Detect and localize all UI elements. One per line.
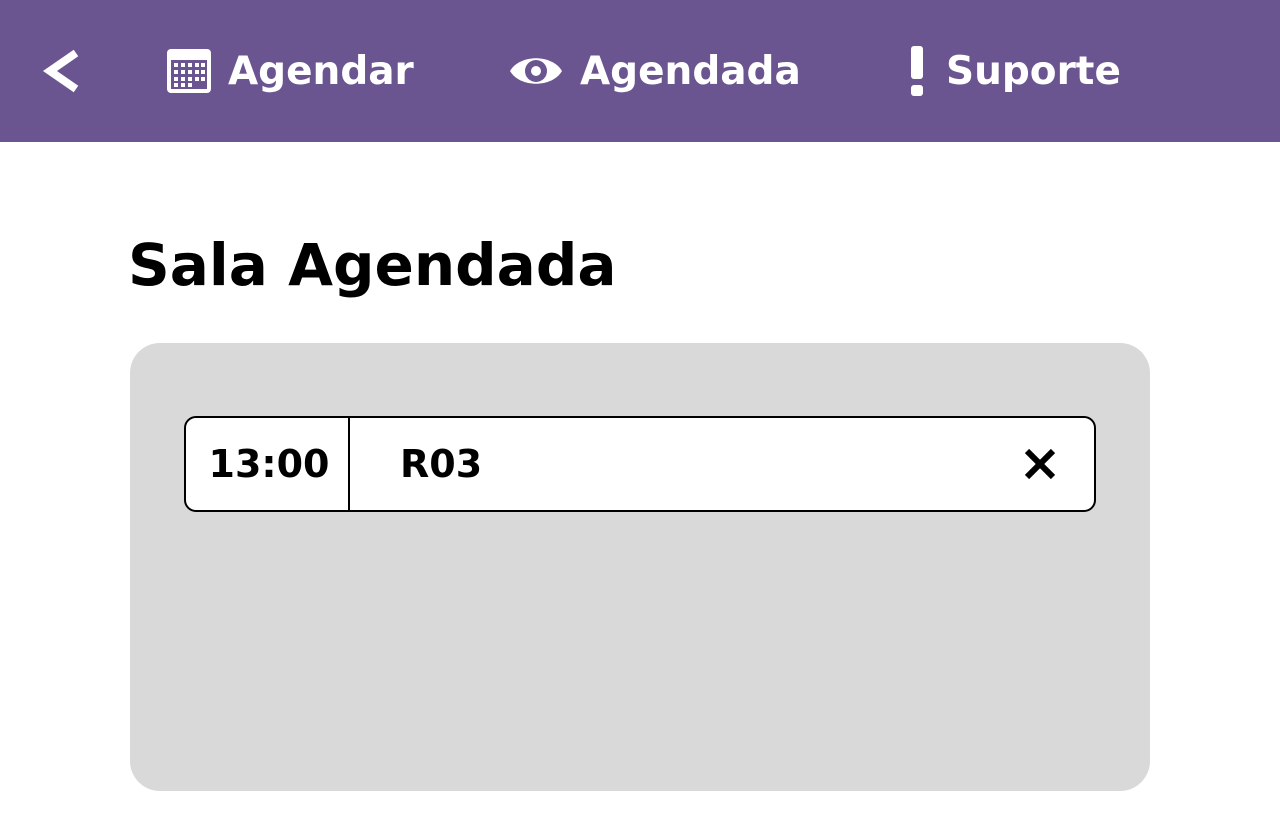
eye-icon bbox=[508, 51, 564, 91]
nav-item-suporte[interactable]: Suporte bbox=[908, 40, 1121, 102]
cancel-booking-button[interactable] bbox=[1020, 444, 1060, 484]
booking-time: 13:00 bbox=[186, 418, 350, 510]
nav-item-agendada[interactable]: Agendada bbox=[508, 40, 801, 102]
booking-row: 13:00 R03 bbox=[184, 416, 1096, 512]
nav-item-label: Suporte bbox=[946, 48, 1121, 94]
booking-room: R03 bbox=[400, 442, 483, 486]
close-icon bbox=[1024, 448, 1056, 480]
exclamation-icon bbox=[908, 46, 926, 96]
top-navigation-bar: Agendar Agendada Suporte bbox=[0, 0, 1280, 142]
page-title: Sala Agendada bbox=[128, 231, 617, 299]
nav-item-label: Agendar bbox=[228, 48, 414, 94]
nav-item-label: Agendada bbox=[580, 48, 801, 94]
bookings-panel: 13:00 R03 bbox=[130, 343, 1150, 791]
back-button[interactable] bbox=[40, 47, 88, 95]
chevron-left-icon bbox=[42, 49, 79, 93]
calendar-icon bbox=[166, 48, 212, 94]
nav-item-agendar[interactable]: Agendar bbox=[166, 40, 414, 102]
